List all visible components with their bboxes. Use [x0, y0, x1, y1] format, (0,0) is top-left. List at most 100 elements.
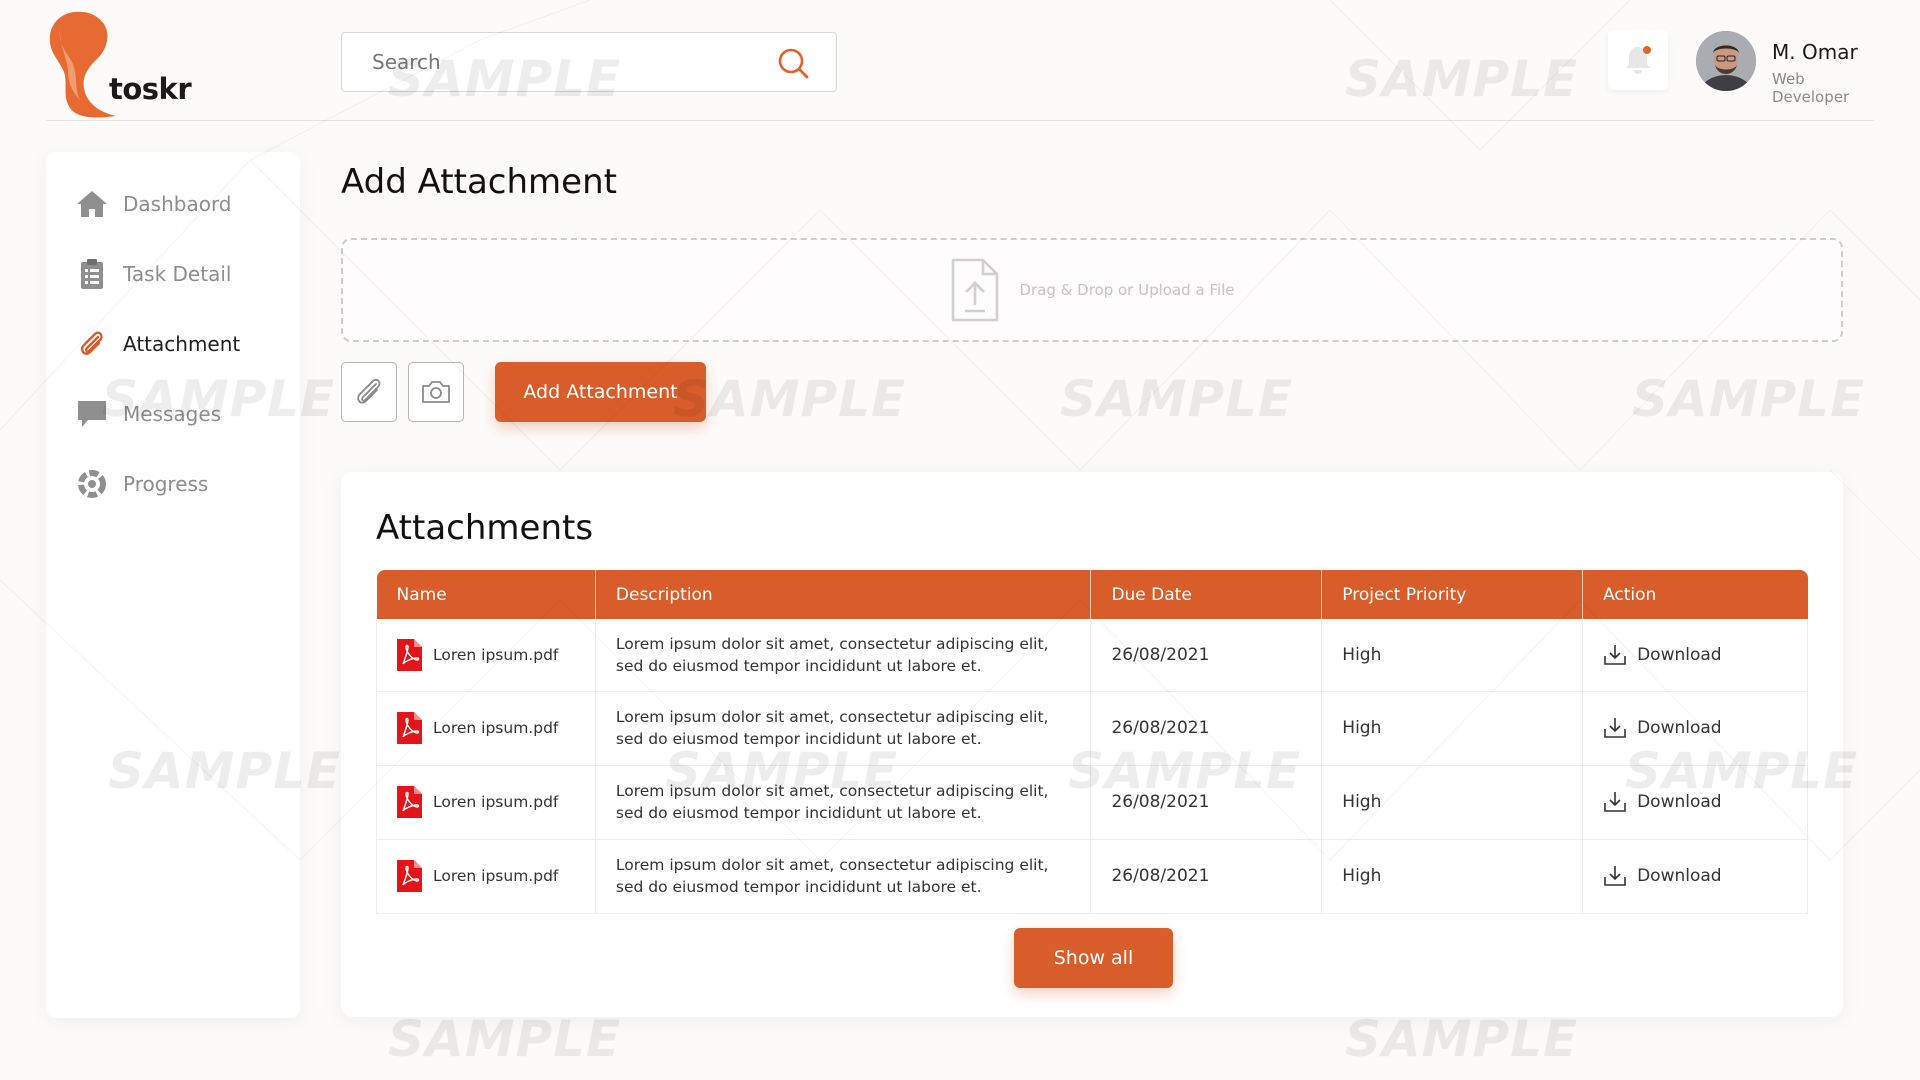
attachments-card: Attachments Name Description Due Date Pr… [341, 472, 1843, 1017]
download-link[interactable]: Download [1603, 865, 1807, 887]
search-input[interactable] [372, 50, 752, 74]
download-label: Download [1637, 718, 1722, 738]
download-icon [1604, 866, 1626, 886]
watermark-text: SAMPLE [1632, 370, 1866, 428]
due-date-cell: 26/08/2021 [1090, 619, 1323, 692]
download-link[interactable]: Download [1603, 717, 1807, 739]
add-attachment-button[interactable]: Add Attachment [495, 362, 706, 422]
download-label: Download [1637, 866, 1722, 886]
notification-button[interactable] [1608, 30, 1668, 90]
description-line: Lorem ipsum dolor sit amet, consectetur … [615, 708, 1049, 726]
download-icon [1604, 718, 1626, 738]
paperclip-icon [75, 327, 109, 361]
sidebar-item-label: Attachment [123, 332, 241, 356]
table-row: Loren ipsum.pdf Lorem ipsum dolor sit am… [376, 765, 1808, 840]
chat-icon [75, 397, 109, 431]
description-cell: Lorem ipsum dolor sit amet, consectetur … [595, 765, 1092, 840]
description-line: Lorem ipsum dolor sit amet, consectetur … [615, 634, 1049, 653]
table-row: Loren ipsum.pdf Lorem ipsum dolor sit am… [376, 839, 1808, 914]
dropzone-label: Drag & Drop or Upload a File [1019, 281, 1235, 299]
description-line: sed do eiusmod tempor incididunt ut labo… [615, 730, 982, 748]
description-cell: Lorem ipsum dolor sit amet, consectetur … [595, 619, 1092, 692]
camera-icon [422, 381, 450, 403]
pdf-file-icon [397, 712, 422, 744]
priority-cell: High [1321, 691, 1584, 766]
column-header-description[interactable]: Description [595, 570, 1092, 619]
watermark-text: SAMPLE [1345, 1010, 1579, 1068]
column-header-name[interactable]: Name [376, 570, 596, 619]
avatar[interactable] [1696, 31, 1756, 91]
sidebar-item-dashboard[interactable]: Dashbaord [75, 184, 232, 224]
description-cell: Lorem ipsum dolor sit amet, consectetur … [595, 691, 1092, 766]
table-row: Loren ipsum.pdf Lorem ipsum dolor sit am… [376, 691, 1808, 766]
top-header: toskr M. Omar Web Developer [46, 0, 1874, 121]
pdf-file-icon [397, 786, 422, 818]
sidebar: Dashbaord Task Detail Attachment Message… [46, 152, 300, 1018]
clipboard-icon [75, 257, 109, 291]
file-name: Loren ipsum.pdf [433, 867, 559, 885]
due-date-cell: 26/08/2021 [1090, 691, 1323, 766]
download-link[interactable]: Download [1603, 644, 1807, 666]
show-all-button[interactable]: Show all [1014, 928, 1173, 988]
sidebar-item-label: Dashbaord [123, 192, 232, 216]
sidebar-item-progress[interactable]: Progress [75, 464, 208, 504]
home-icon [75, 187, 109, 221]
camera-button[interactable] [408, 362, 464, 422]
column-header-due-date[interactable]: Due Date [1090, 570, 1323, 619]
sidebar-item-label: Progress [123, 472, 209, 496]
description-line: Lorem ipsum dolor sit amet, consectetur … [615, 856, 1049, 874]
table-row: Loren ipsum.pdf Lorem ipsum dolor sit am… [376, 619, 1808, 692]
priority-cell: High [1321, 839, 1584, 914]
search-bar [341, 32, 837, 92]
sidebar-item-messages[interactable]: Messages [75, 394, 221, 434]
sidebar-item-task-detail[interactable]: Task Detail [75, 254, 231, 294]
user-photo-icon [1696, 31, 1756, 91]
column-header-action[interactable]: Action [1582, 570, 1808, 619]
download-label: Download [1637, 644, 1722, 665]
toskr-logo[interactable]: toskr [46, 8, 206, 118]
pdf-file-icon [397, 860, 422, 892]
file-name: Loren ipsum.pdf [433, 645, 559, 664]
file-cell[interactable]: Loren ipsum.pdf [395, 859, 595, 893]
page-title: Add Attachment [341, 162, 617, 202]
sidebar-item-attachment[interactable]: Attachment [75, 324, 240, 364]
file-name: Loren ipsum.pdf [433, 793, 559, 811]
paperclip-icon [357, 378, 381, 404]
watermark-text: SAMPLE [388, 1010, 622, 1068]
pdf-file-icon [397, 638, 422, 671]
logo-text: toskr [109, 72, 192, 106]
description-line: sed do eiusmod tempor incididunt ut labo… [615, 878, 982, 896]
attachments-table: Name Description Due Date Project Priori… [376, 570, 1808, 914]
user-role: Web Developer [1772, 70, 1850, 106]
download-label: Download [1637, 792, 1722, 812]
description-line: Lorem ipsum dolor sit amet, consectetur … [615, 782, 1049, 800]
file-name: Loren ipsum.pdf [433, 719, 559, 737]
upload-file-icon [952, 258, 999, 322]
user-name[interactable]: M. Omar [1772, 40, 1858, 64]
bell-icon [1626, 46, 1651, 74]
download-icon [1604, 792, 1626, 812]
description-line: sed do eiusmod tempor incididunt ut labo… [615, 656, 982, 675]
description-line: sed do eiusmod tempor incididunt ut labo… [615, 804, 982, 822]
file-dropzone[interactable]: Drag & Drop or Upload a File [341, 238, 1843, 342]
file-cell[interactable]: Loren ipsum.pdf [395, 638, 595, 672]
column-header-priority[interactable]: Project Priority [1321, 570, 1584, 619]
attachments-title: Attachments [376, 508, 594, 548]
attach-file-button[interactable] [341, 362, 397, 422]
search-icon[interactable] [776, 46, 810, 80]
priority-cell: High [1321, 765, 1584, 840]
watermark-text: SAMPLE [673, 370, 907, 428]
priority-cell: High [1321, 619, 1584, 692]
file-cell[interactable]: Loren ipsum.pdf [395, 785, 595, 819]
due-date-cell: 26/08/2021 [1090, 839, 1323, 914]
watermark-text: SAMPLE [1060, 370, 1294, 428]
table-header-row: Name Description Due Date Project Priori… [376, 570, 1808, 619]
progress-icon [75, 467, 109, 501]
download-link[interactable]: Download [1603, 791, 1807, 813]
sidebar-item-label: Messages [123, 402, 222, 426]
file-cell[interactable]: Loren ipsum.pdf [395, 711, 595, 745]
sidebar-item-label: Task Detail [123, 262, 232, 286]
description-cell: Lorem ipsum dolor sit amet, consectetur … [595, 839, 1092, 914]
due-date-cell: 26/08/2021 [1090, 765, 1323, 840]
notification-dot [1643, 46, 1651, 54]
